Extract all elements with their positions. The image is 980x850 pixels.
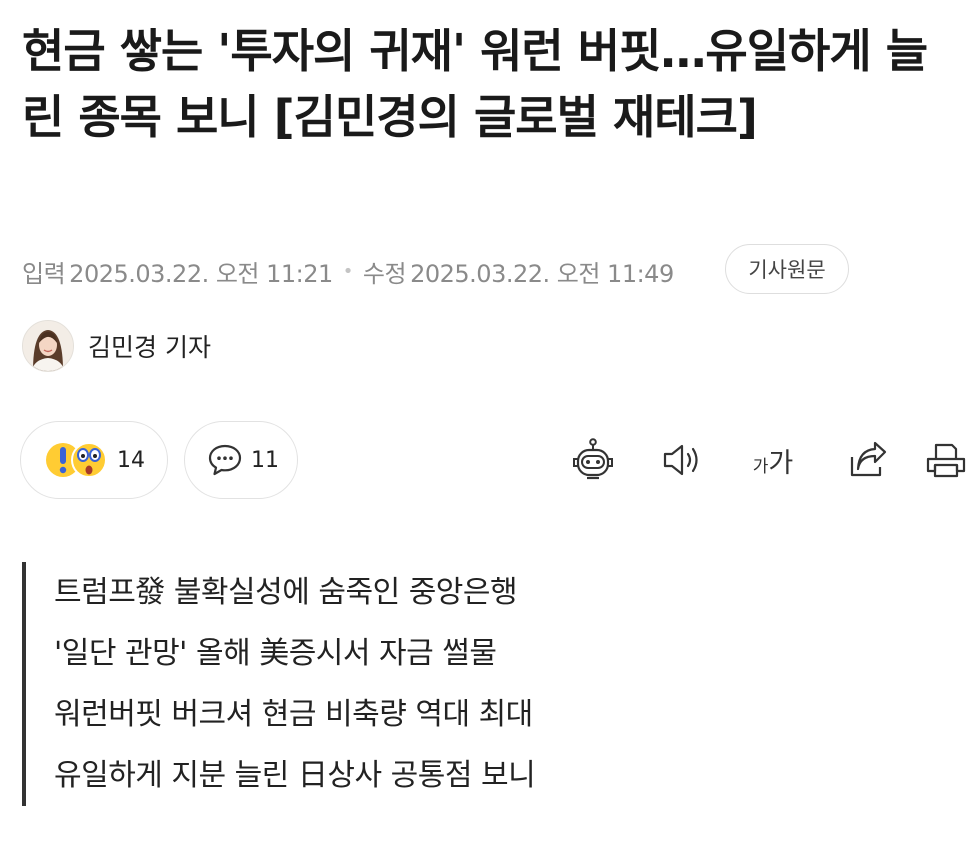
comment-icon bbox=[208, 444, 242, 476]
reporter-byline[interactable]: 김민경 기자 bbox=[22, 320, 211, 372]
ai-summary-button[interactable] bbox=[569, 436, 617, 484]
reporter-avatar[interactable] bbox=[22, 320, 74, 372]
summary-line: '일단 관망' 올해 美증시서 자금 썰물 bbox=[54, 636, 497, 671]
published-date: 2025.03.22. 오전 11:21 bbox=[69, 259, 333, 288]
reporter-name[interactable]: 김민경 기자 bbox=[88, 328, 211, 364]
share-icon bbox=[850, 441, 887, 477]
summary-line: 트럼프發 불확실성에 숨죽인 중앙은행 bbox=[54, 575, 518, 610]
published-label: 입력 bbox=[22, 259, 66, 288]
article-summary: 트럼프發 불확실성에 숨죽인 중앙은행 '일단 관망' 올해 美증시서 자금 썰… bbox=[22, 562, 954, 806]
comment-count: 11 bbox=[251, 447, 279, 473]
font-size-large-glyph: 가 bbox=[768, 447, 794, 479]
text-to-speech-button[interactable] bbox=[658, 436, 706, 484]
modified-date: 2025.03.22. 오전 11:49 bbox=[410, 259, 674, 288]
comment-button[interactable]: 11 bbox=[184, 421, 298, 499]
reaction-button[interactable]: 14 bbox=[20, 421, 168, 499]
article-meta: 입력 2025.03.22. 오전 11:21 • 수정 2025.03.22.… bbox=[22, 246, 674, 296]
print-button[interactable] bbox=[922, 436, 970, 484]
share-button[interactable] bbox=[843, 436, 891, 484]
original-article-button[interactable]: 기사원문 bbox=[725, 244, 849, 294]
font-size-button[interactable]: 가 가 bbox=[747, 436, 799, 484]
font-size-icon: 가 가 bbox=[753, 441, 793, 480]
summary-line: 유일하게 지분 늘린 日상사 공통점 보니 bbox=[54, 758, 536, 793]
ai-bot-icon bbox=[573, 438, 613, 480]
article-headline: 현금 쌓는 '투자의 귀재' 워런 버핏…유일하게 늘린 종목 보니 [김민경의… bbox=[22, 24, 928, 144]
speaker-icon bbox=[663, 444, 698, 476]
modified-label: 수정 bbox=[362, 259, 407, 288]
print-icon bbox=[926, 443, 966, 478]
reaction-count: 14 bbox=[117, 447, 145, 473]
font-size-small-glyph: 가 bbox=[752, 456, 769, 477]
meta-separator: • bbox=[342, 260, 354, 282]
reaction-emoji-icon bbox=[46, 442, 107, 478]
summary-line: 워런버핏 버크셔 현금 비축량 역대 최대 bbox=[54, 697, 533, 732]
